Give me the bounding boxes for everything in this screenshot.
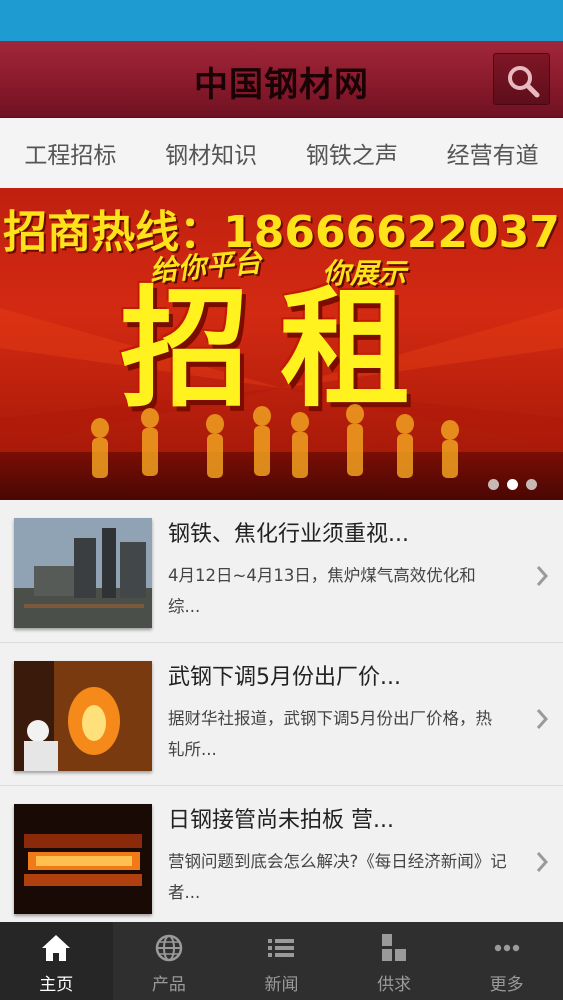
chevron-right-icon [536, 566, 549, 586]
tab-steel-voice[interactable]: 钢铁之声 [306, 136, 398, 170]
search-button[interactable] [493, 53, 550, 105]
news-summary: 营钢问题到底会怎么解决?《每日经济新闻》记者... [168, 852, 507, 902]
promo-banner[interactable]: 招商热线：18666622037 给你平台 你展示 招租 [0, 188, 563, 500]
tab-steel-knowledge[interactable]: 钢材知识 [165, 136, 257, 170]
app-header: 中国钢材网 [0, 41, 563, 118]
news-list: 钢铁、焦化行业须重视... 4月12日~4月13日，焦炉煤气高效优化和综... … [0, 500, 563, 929]
tab-business-tips[interactable]: 经营有道 [447, 136, 539, 170]
news-item[interactable]: 钢铁、焦化行业须重视... 4月12日~4月13日，焦炉煤气高效优化和综... [0, 500, 563, 643]
news-title: 武钢下调5月份出厂价... [168, 665, 401, 690]
category-tabs: 工程招标 钢材知识 钢铁之声 经营有道 [0, 118, 563, 188]
status-bar [0, 0, 563, 41]
bottom-navigation: 主页 产品 新闻 供求 更多 [0, 922, 563, 1000]
nav-label: 供求 [377, 975, 412, 995]
grid-icon [382, 934, 407, 961]
search-icon [508, 66, 540, 98]
home-icon [42, 935, 71, 961]
nav-label: 更多 [489, 975, 524, 995]
carousel-indicator [488, 479, 537, 490]
nav-supply-demand[interactable]: 供求 [338, 922, 451, 1000]
steel-plant-thumbnail [14, 518, 152, 628]
list-icon [268, 939, 295, 957]
carousel-dot[interactable] [488, 479, 499, 490]
more-icon [494, 944, 519, 952]
nav-home[interactable]: 主页 [0, 922, 113, 1000]
chevron-right-icon [536, 709, 549, 729]
nav-label: 产品 [151, 975, 186, 995]
news-item[interactable]: 日钢接管尚未拍板 营... 营钢问题到底会怎么解决?《每日经济新闻》记者... [0, 786, 563, 929]
furnace-worker-thumbnail [14, 661, 152, 771]
banner-hotline: 招商热线：18666622037 [3, 207, 560, 258]
carousel-dot[interactable] [526, 479, 537, 490]
news-item[interactable]: 武钢下调5月份出厂价... 据财华社报道，武钢下调5月份出厂价格，热轧所... [0, 643, 563, 786]
news-summary: 据财华社报道，武钢下调5月份出厂价格，热轧所... [168, 709, 492, 759]
news-title: 钢铁、焦化行业须重视... [168, 522, 409, 547]
app-title: 中国钢材网 [194, 65, 369, 105]
nav-more[interactable]: 更多 [450, 922, 563, 1000]
news-title: 日钢接管尚未拍板 营... [168, 808, 394, 833]
globe-icon [155, 934, 183, 962]
nav-products[interactable]: 产品 [113, 922, 226, 1000]
chevron-right-icon [536, 852, 549, 872]
tab-engineering-bidding[interactable]: 工程招标 [24, 136, 116, 170]
carousel-dot-active[interactable] [507, 479, 518, 490]
hot-steel-thumbnail [14, 804, 152, 914]
news-summary: 4月12日~4月13日，焦炉煤气高效优化和综... [168, 566, 476, 616]
nav-news[interactable]: 新闻 [225, 922, 338, 1000]
nav-label: 主页 [39, 975, 74, 995]
nav-label: 新闻 [264, 975, 299, 995]
banner-crowd-silhouettes [91, 404, 459, 478]
